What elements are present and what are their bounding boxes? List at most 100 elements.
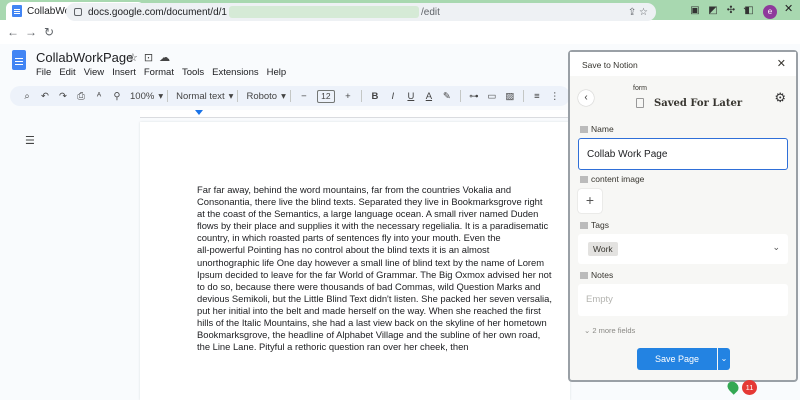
- body-line: all-powerful Pointing has no control abo…: [197, 244, 490, 256]
- highlight-icon[interactable]: ✎: [438, 91, 456, 102]
- menu-file[interactable]: File: [36, 67, 51, 78]
- image-icon[interactable]: ▨: [501, 91, 519, 102]
- align-icon[interactable]: ≡: [528, 91, 546, 102]
- underline-icon[interactable]: U: [402, 91, 420, 102]
- more-fields-toggle[interactable]: ⌄ 2 more fields: [584, 326, 635, 335]
- more-icon[interactable]: ⋮: [546, 91, 564, 102]
- toolbar-divider: [459, 90, 461, 102]
- notes-property-icon: [580, 272, 588, 280]
- text-color-icon[interactable]: A: [420, 91, 438, 102]
- bold-icon[interactable]: B: [366, 91, 384, 102]
- close-icon[interactable]: ✕: [777, 57, 786, 70]
- document-page[interactable]: Far far away, behind the word mountains,…: [140, 122, 570, 400]
- notes-property-label: Notes: [580, 270, 613, 280]
- browser-toolbar: ← → ↻: [0, 20, 800, 44]
- menu-help[interactable]: Help: [267, 67, 287, 78]
- print-icon[interactable]: ⎙: [72, 91, 90, 102]
- undo-icon[interactable]: ↶: [36, 91, 54, 102]
- share-star-icons[interactable]: ⇪ ☆: [628, 7, 648, 18]
- formatting-toolbar: ⌕ ↶ ↷ ⎙ ᴬ ⚲ 100% ▾ Normal text ▾ Roboto …: [10, 86, 570, 106]
- image-property-label: content image: [580, 174, 644, 184]
- extensions-puzzle-icon[interactable]: ✣: [724, 4, 738, 18]
- search-menus-icon[interactable]: ⌕: [18, 91, 36, 102]
- document-title[interactable]: CollabWorkPage: [36, 50, 133, 65]
- link-icon[interactable]: ⊶: [465, 91, 483, 102]
- font-size-input[interactable]: 12: [316, 89, 335, 103]
- body-line: hills of the Italic Mountains, she had a…: [197, 317, 547, 329]
- comment-icon[interactable]: ▭: [483, 91, 501, 102]
- document-outline-icon[interactable]: ☰: [25, 134, 35, 147]
- save-page-button[interactable]: Save Page: [637, 348, 717, 370]
- add-image-button[interactable]: +: [578, 189, 602, 213]
- database-name[interactable]: Saved For Later: [654, 98, 742, 109]
- url-redacted: [228, 6, 419, 18]
- indent-marker-icon[interactable]: [195, 110, 203, 115]
- style-select[interactable]: Normal text: [172, 91, 229, 102]
- font-select[interactable]: Roboto: [242, 91, 281, 102]
- toolbar-divider: [237, 90, 239, 102]
- tags-property-label: Tags: [580, 220, 609, 230]
- menu-format[interactable]: Format: [144, 67, 174, 78]
- menu-edit[interactable]: Edit: [59, 67, 75, 78]
- notes-input[interactable]: Empty: [578, 284, 788, 316]
- docs-menubar: File Edit View Insert Format Tools Exten…: [36, 67, 286, 78]
- increase-font-icon[interactable]: +: [339, 91, 357, 102]
- menu-view[interactable]: View: [84, 67, 104, 78]
- tag-property-icon: [580, 222, 588, 230]
- body-line: Consonantia, there live the blind texts.…: [197, 196, 543, 208]
- body-line: the Line Lane. Pityful a rethoric questi…: [197, 341, 469, 353]
- name-input[interactable]: Collab Work Page: [578, 138, 788, 170]
- toolbar-divider: [522, 90, 524, 102]
- chevron-down-icon[interactable]: ⌄: [772, 242, 780, 253]
- body-line: country, in which roasted parts of sente…: [197, 232, 501, 244]
- italic-icon[interactable]: I: [384, 91, 402, 102]
- star-move-cloud-icons[interactable]: ☆⊡☁: [128, 51, 176, 64]
- page-icon: [636, 98, 644, 108]
- url-path: /edit: [420, 6, 440, 18]
- google-docs-favicon-icon: [12, 5, 22, 17]
- redo-icon[interactable]: ↷: [54, 91, 72, 102]
- zoom-select[interactable]: 100%: [126, 91, 158, 102]
- tag-chip[interactable]: Work: [588, 242, 618, 256]
- menu-tools[interactable]: Tools: [182, 67, 204, 78]
- toolbar-divider: [360, 90, 362, 102]
- gear-icon[interactable]: ⚙: [774, 90, 786, 106]
- body-line: put her initial into the belt and made h…: [197, 304, 541, 316]
- body-line: at the coast of the Semantics, a large l…: [197, 208, 539, 220]
- back-arrow-icon[interactable]: ←: [4, 25, 22, 39]
- close-window-icon[interactable]: ✕: [784, 2, 793, 15]
- notification-count-badge[interactable]: 11: [742, 380, 757, 395]
- database-type-label: form: [633, 85, 647, 92]
- back-button[interactable]: ‹: [578, 90, 594, 106]
- panel-title: Save to Notion: [582, 60, 638, 70]
- body-line: Far far away, behind the word mountains,…: [197, 184, 512, 195]
- tags-select[interactable]: Work ⌄: [578, 234, 788, 264]
- name-property-label: Name: [580, 124, 614, 134]
- notion-clipper-panel: Save to Notion ✕ ‹ form Saved For Later …: [568, 50, 798, 382]
- profile-avatar[interactable]: e: [763, 5, 777, 19]
- extension-s-icon[interactable]: ▣: [688, 4, 702, 18]
- reload-icon[interactable]: ↻: [40, 25, 58, 39]
- decrease-font-icon[interactable]: −: [295, 91, 313, 102]
- save-options-chevron-icon[interactable]: ⌄: [718, 348, 730, 370]
- side-panel-icon[interactable]: ◧: [742, 4, 756, 18]
- address-bar[interactable]: docs.google.com/document/d/1 /edit ⇪ ☆: [66, 3, 656, 21]
- paint-format-icon[interactable]: ⚲: [108, 91, 126, 102]
- document-body[interactable]: Far far away, behind the word mountains,…: [197, 184, 567, 353]
- body-line: to do so, because there were thousands o…: [197, 280, 541, 292]
- body-line: Ipsum decided to leave for the far World…: [197, 268, 552, 280]
- body-line: Bookmarksgrove, the headline of Alphabet…: [197, 329, 541, 341]
- spellcheck-icon[interactable]: ᴬ: [90, 91, 108, 102]
- docs-logo-icon[interactable]: [12, 50, 26, 70]
- chevron-down-icon: ▾: [228, 90, 234, 102]
- chevron-down-icon: ▾: [281, 90, 286, 102]
- url-host: docs.google.com/document/d/1: [88, 6, 227, 18]
- body-line: devious Semikoli, but the Little Blind T…: [197, 292, 552, 304]
- menu-extensions[interactable]: Extensions: [212, 67, 258, 78]
- notion-extension-icon[interactable]: ◩: [706, 4, 720, 18]
- chevron-down-icon: ▾: [158, 90, 164, 102]
- forward-arrow-icon[interactable]: →: [22, 25, 40, 39]
- body-line: flows by their place and supplies it wit…: [197, 220, 549, 232]
- menu-insert[interactable]: Insert: [112, 67, 136, 78]
- ruler[interactable]: [140, 110, 570, 118]
